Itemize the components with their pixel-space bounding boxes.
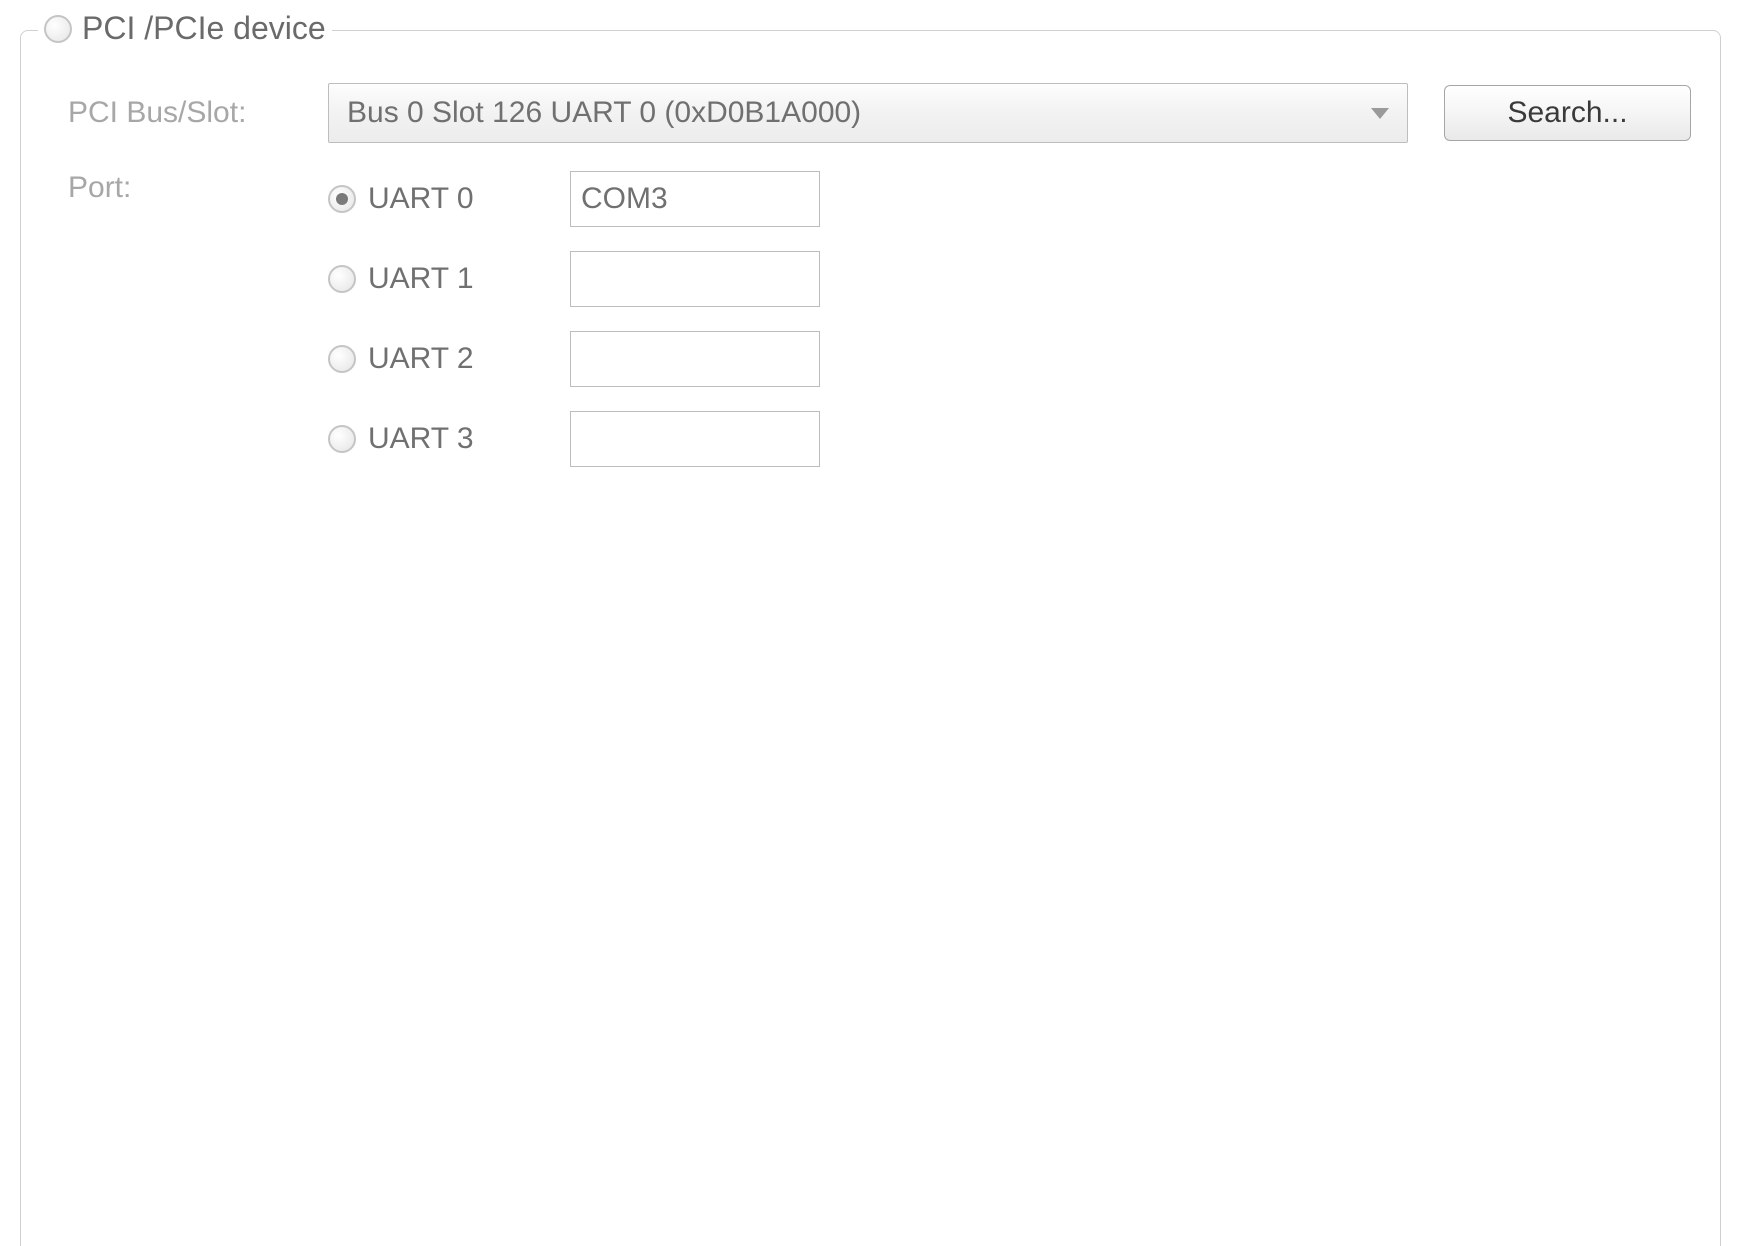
port-option-uart3: UART 3 (328, 411, 820, 467)
port-option-uart0: UART 0 (328, 171, 820, 227)
uart2-input[interactable] (570, 331, 820, 387)
uart1-radio[interactable] (328, 265, 356, 293)
uart0-radio[interactable] (328, 185, 356, 213)
pci-bus-slot-label: PCI Bus/Slot: (68, 96, 328, 130)
port-row: Port: UART 0 UART 1 UART 2 (68, 171, 1691, 467)
group-content: PCI Bus/Slot: Bus 0 Slot 126 UART 0 (0xD… (20, 47, 1721, 467)
uart3-radio[interactable] (328, 425, 356, 453)
port-option-uart1: UART 1 (328, 251, 820, 307)
uart0-label: UART 0 (368, 182, 558, 216)
uart1-input[interactable] (570, 251, 820, 307)
pci-bus-slot-value: Bus 0 Slot 126 UART 0 (0xD0B1A000) (347, 96, 861, 130)
uart2-label: UART 2 (368, 342, 558, 376)
uart1-label: UART 1 (368, 262, 558, 296)
uart3-input[interactable] (570, 411, 820, 467)
uart3-label: UART 3 (368, 422, 558, 456)
group-legend[interactable]: PCI /PCIe device (38, 10, 332, 47)
port-options: UART 0 UART 1 UART 2 UART 3 (328, 171, 820, 467)
uart2-radio[interactable] (328, 345, 356, 373)
search-button[interactable]: Search... (1444, 85, 1691, 141)
pci-bus-slot-select[interactable]: Bus 0 Slot 126 UART 0 (0xD0B1A000) (328, 83, 1408, 143)
port-option-uart2: UART 2 (328, 331, 820, 387)
port-label: Port: (68, 171, 328, 205)
uart0-input[interactable] (570, 171, 820, 227)
pci-bus-slot-row: PCI Bus/Slot: Bus 0 Slot 126 UART 0 (0xD… (68, 83, 1691, 143)
pci-device-group: PCI /PCIe device PCI Bus/Slot: Bus 0 Slo… (20, 10, 1721, 467)
group-title: PCI /PCIe device (82, 10, 326, 47)
search-button-label: Search... (1507, 96, 1627, 130)
chevron-down-icon (1371, 108, 1389, 119)
pci-device-radio[interactable] (44, 15, 72, 43)
